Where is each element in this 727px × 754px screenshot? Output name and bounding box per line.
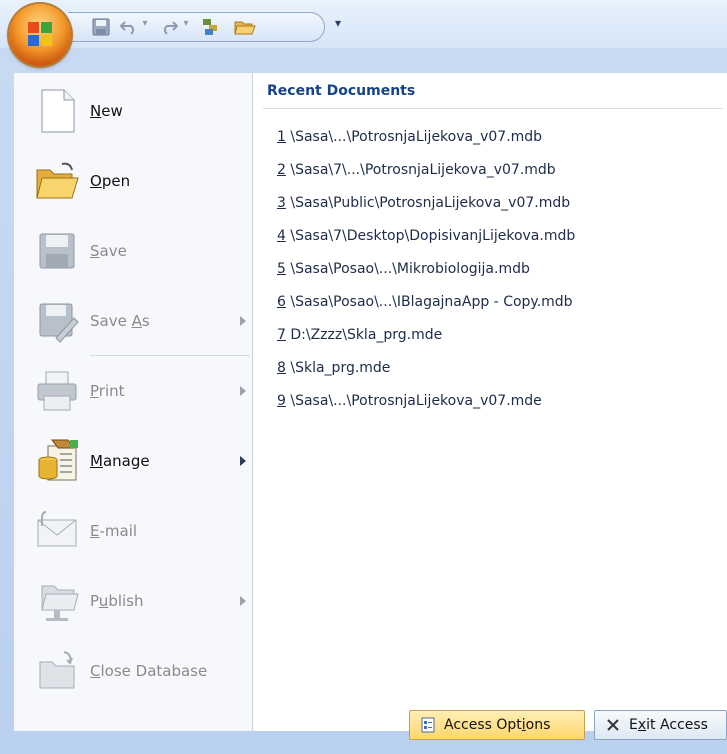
- submenu-arrow-icon: [240, 386, 246, 396]
- recent-document-item[interactable]: 8 \Skla_prg.mde: [277, 358, 575, 391]
- publish-icon: [41, 585, 79, 621]
- save-disk-icon: [39, 233, 75, 269]
- access-options-button[interactable]: Access Options: [409, 710, 585, 740]
- menu-item-email[interactable]: E-mail: [14, 501, 252, 561]
- submenu-arrow-icon: [240, 456, 246, 466]
- menu-item-label: Close Database: [90, 662, 208, 680]
- menu-item-label: Open: [90, 172, 131, 190]
- menu-item-close-database[interactable]: Close Database: [14, 641, 252, 701]
- undo-icon[interactable]: [118, 16, 140, 38]
- office-logo-icon: [28, 22, 52, 46]
- exit-access-button[interactable]: Exit Access: [594, 710, 727, 740]
- undo-dropdown-icon[interactable]: ▾: [140, 18, 150, 36]
- menu-item-save[interactable]: Save: [14, 221, 252, 281]
- printer-icon: [37, 371, 77, 411]
- menu-item-label: Manage: [90, 452, 150, 470]
- menu-separator: [90, 355, 250, 356]
- menu-item-open[interactable]: Open: [14, 151, 252, 211]
- submenu-arrow-icon: [240, 316, 246, 326]
- submenu-arrow-icon: [240, 596, 246, 606]
- new-document-icon: [41, 89, 75, 133]
- menu-item-label: Save As: [90, 312, 150, 330]
- options-icon: [420, 717, 436, 733]
- menu-item-new[interactable]: New: [14, 81, 252, 141]
- command-pane: New Open Save Save As Print Manage E-mai…: [14, 73, 253, 731]
- close-database-icon: [39, 651, 75, 689]
- menu-item-label: E-mail: [90, 522, 138, 540]
- recent-document-item[interactable]: 4 \Sasa\7\Desktop\DopisivanjLijekova.mdb: [277, 226, 575, 259]
- quick-access-toolbar: ▾ ▾ ▾: [0, 0, 727, 48]
- office-menu: New Open Save Save As Print Manage E-mai…: [0, 48, 727, 754]
- menu-item-label: New: [90, 102, 123, 120]
- recent-documents-divider: [263, 108, 723, 109]
- recent-document-item[interactable]: 1 \Sasa\...\PotrosnjaLijekova_v07.mdb: [277, 127, 575, 160]
- open-folder-icon: [36, 162, 79, 199]
- open-folder-icon[interactable]: [232, 16, 258, 38]
- email-icon: [37, 511, 77, 547]
- menu-item-label: Print: [90, 382, 125, 400]
- customize-toolbar-button[interactable]: ▾: [329, 16, 347, 36]
- recent-documents-title: Recent Documents: [267, 83, 416, 99]
- recent-document-item[interactable]: 6 \Sasa\Posao\...\IBlagajnaApp - Copy.md…: [277, 292, 575, 325]
- recent-document-item[interactable]: 9 \Sasa\...\PotrosnjaLijekova_v07.mde: [277, 391, 575, 424]
- recent-documents-list: 1 \Sasa\...\PotrosnjaLijekova_v07.mdb 2 …: [277, 127, 575, 424]
- redo-icon[interactable]: [158, 16, 180, 38]
- close-icon: [605, 717, 621, 733]
- exit-access-label: Exit Access: [629, 717, 708, 733]
- menu-item-print[interactable]: Print: [14, 361, 252, 421]
- recent-documents-pane: Recent Documents 1 \Sasa\...\PotrosnjaLi…: [253, 73, 727, 731]
- menu-item-label: Publish: [90, 592, 144, 610]
- recent-document-item[interactable]: 7 D:\Zzzz\Skla_prg.mde: [277, 325, 575, 358]
- recent-document-item[interactable]: 5 \Sasa\Posao\...\Mikrobiologija.mdb: [277, 259, 575, 292]
- sort-icon[interactable]: [199, 16, 225, 38]
- menu-item-publish[interactable]: Publish: [14, 571, 252, 631]
- recent-document-item[interactable]: 2 \Sasa\7\...\PotrosnjaLijekova_v07.mdb: [277, 160, 575, 193]
- manage-database-icon: [38, 439, 78, 481]
- recent-document-item[interactable]: 3 \Sasa\Public\PotrosnjaLijekova_v07.mdb: [277, 193, 575, 226]
- save-as-icon: [39, 303, 79, 343]
- redo-dropdown-icon[interactable]: ▾: [181, 18, 191, 36]
- menu-item-manage[interactable]: Manage: [14, 431, 252, 491]
- access-options-label: Access Options: [444, 717, 551, 733]
- save-icon[interactable]: [90, 16, 112, 38]
- menu-item-save-as[interactable]: Save As: [14, 291, 252, 351]
- office-button[interactable]: [9, 4, 71, 66]
- menu-item-label: Save: [90, 242, 127, 260]
